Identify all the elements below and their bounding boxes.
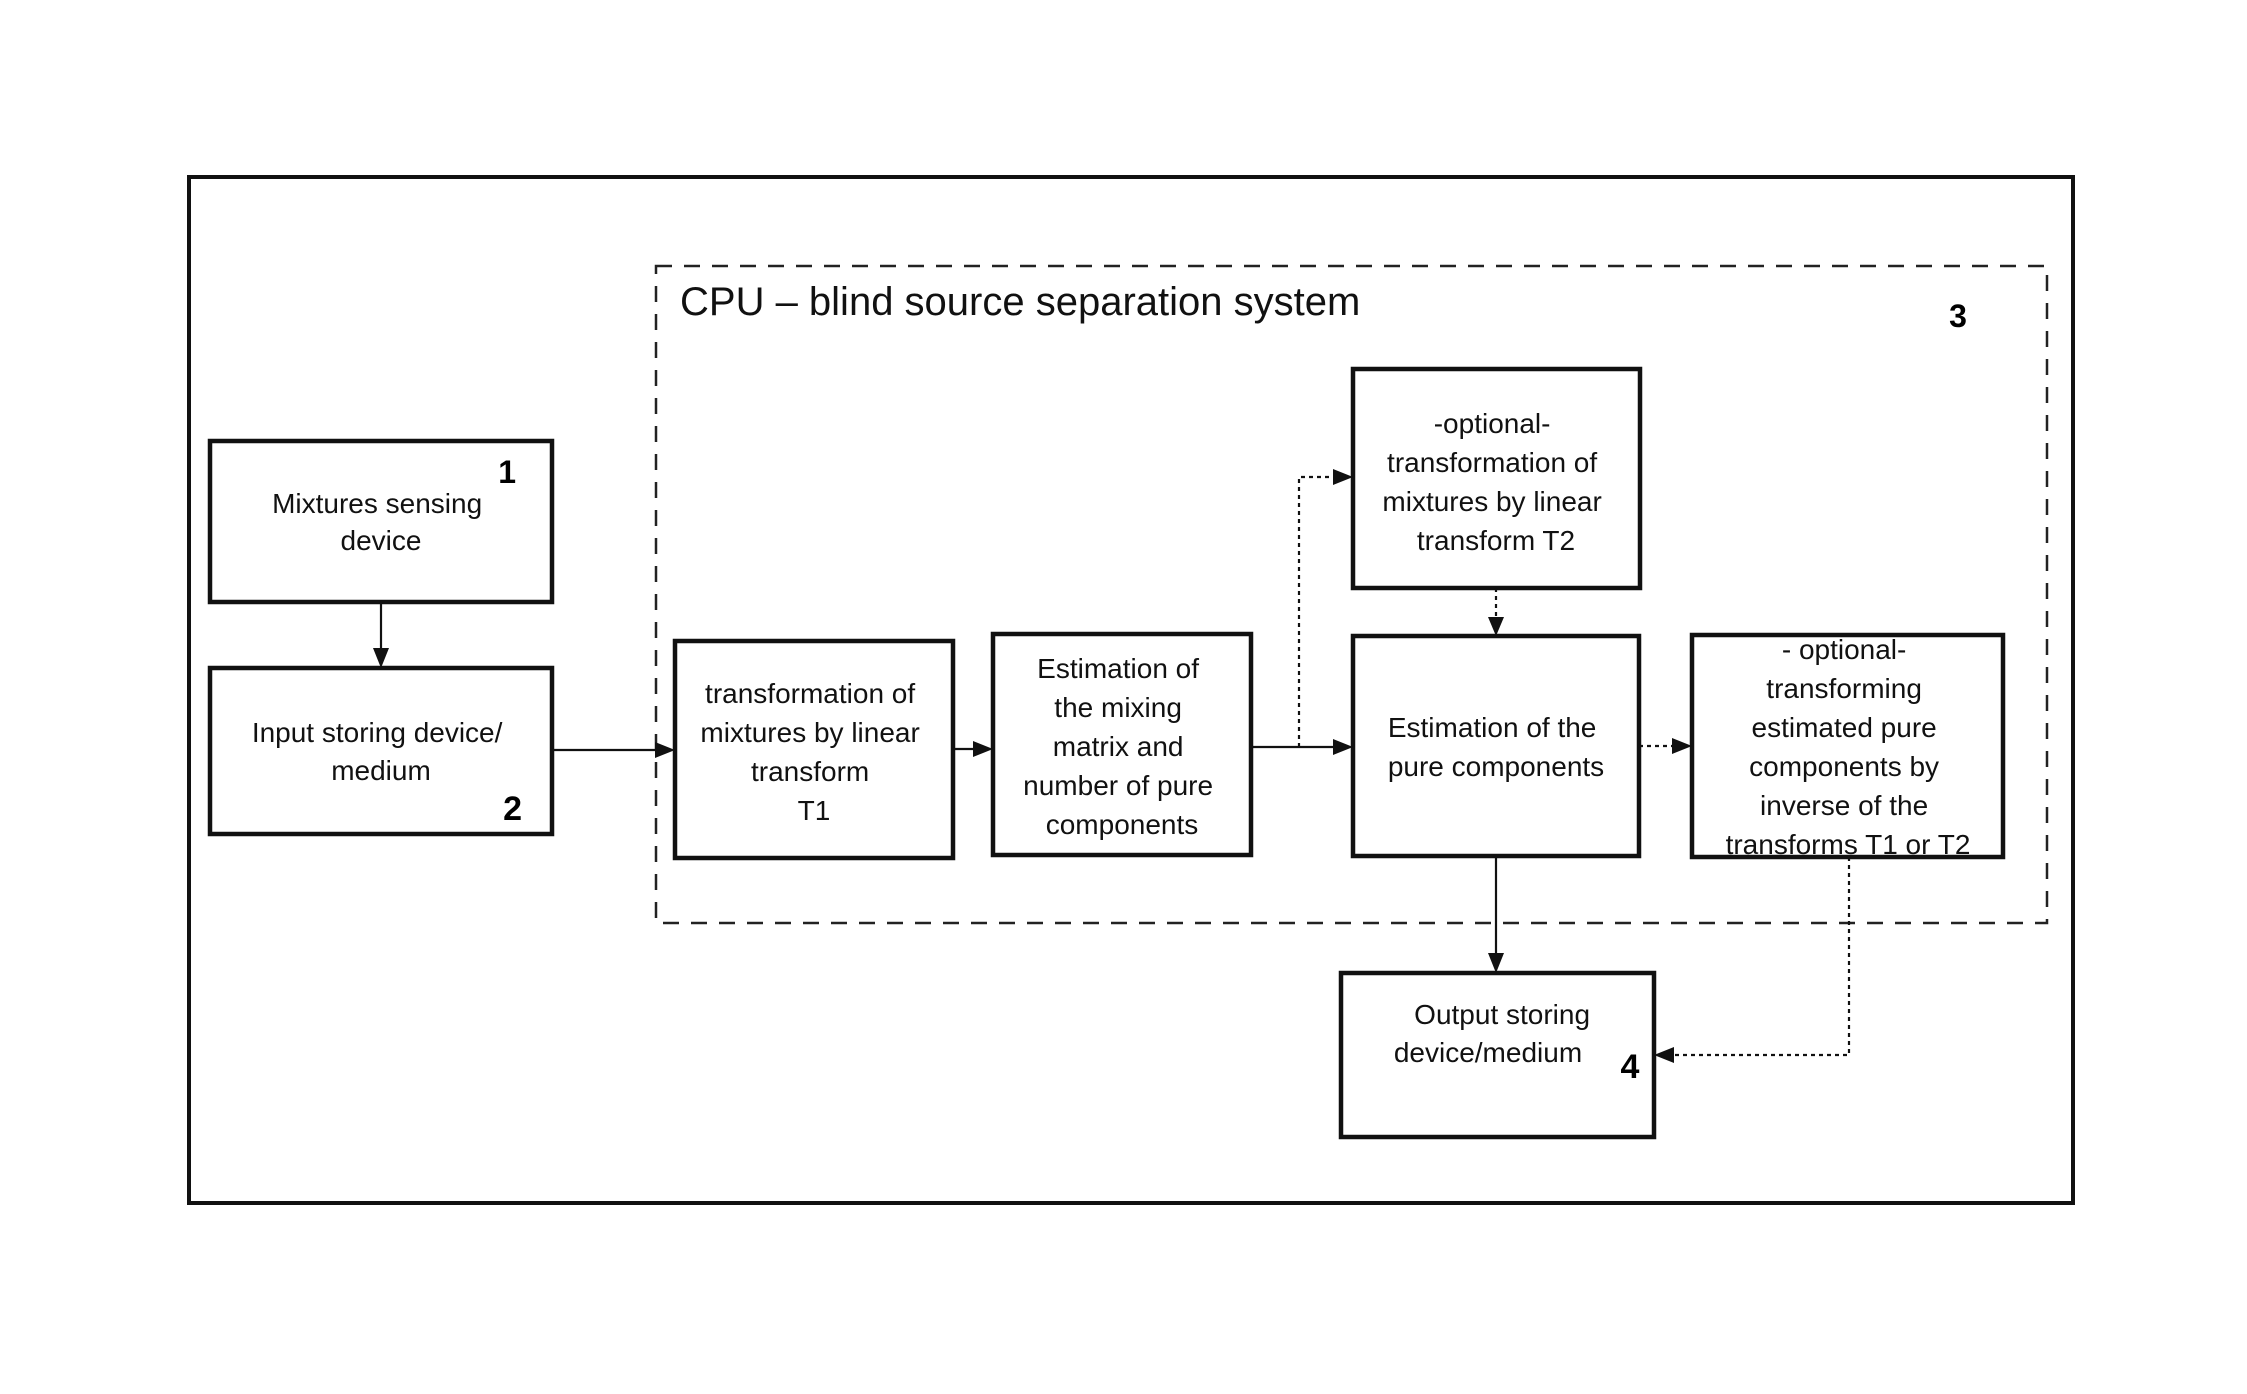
block-mixtures-sensing-device[interactable]: Mixtures sensing device 1 — [207, 438, 555, 605]
system-number-label: 3 — [1949, 298, 1967, 334]
block-label: Estimation of the mixing matrix and numb… — [1023, 653, 1221, 840]
block-output-storing-device[interactable]: Output storing device/medium 4 — [1338, 970, 1657, 1140]
block-estimation-mixing-matrix[interactable]: Estimation of the mixing matrix and numb… — [990, 631, 1254, 858]
cpu-system-title: CPU – blind source separation system — [680, 280, 1360, 324]
arrow-sensing-to-input — [373, 602, 389, 668]
arrowhead-icon — [973, 741, 993, 757]
arrowhead-icon — [1654, 1047, 1674, 1063]
block-optional-transform-t2[interactable]: -optional- transformation of mixtures by… — [1350, 366, 1643, 591]
block-number-label: 1 — [498, 454, 516, 490]
arrowhead-icon — [1488, 953, 1504, 973]
arrow-pure-to-output — [1488, 856, 1504, 973]
arrow-inverse-to-output — [1654, 857, 1851, 1063]
block-estimation-pure-components[interactable]: Estimation of the pure components — [1350, 633, 1642, 859]
arrowhead-icon — [655, 742, 675, 758]
arrowhead-icon — [373, 648, 389, 668]
block-diagram: CPU – blind source separation system 3 M… — [187, 175, 2075, 1205]
block-optional-inverse-transform[interactable]: - optional- transforming estimated pure … — [1689, 632, 2006, 860]
arrow-pure-to-optional-inverse — [1639, 738, 1692, 754]
block-number-label: 4 — [1621, 1048, 1640, 1086]
arrowhead-icon — [1333, 469, 1353, 485]
arrow-input-to-t1 — [552, 742, 675, 758]
arrowhead-icon — [1672, 738, 1692, 754]
block-transform-t1[interactable]: transformation of mixtures by linear tra… — [672, 638, 956, 861]
arrow-t1-to-estimation — [953, 741, 993, 757]
arrow-optional-t2-to-pure — [1488, 588, 1504, 636]
block-input-storing-device[interactable]: Input storing device/ medium 2 — [207, 665, 555, 837]
arrow-estimation-to-optional-t2 — [1297, 469, 1353, 747]
block-border — [207, 665, 555, 837]
arrowhead-icon — [1333, 739, 1353, 755]
block-border — [1689, 632, 2006, 860]
block-number-label: 2 — [503, 790, 522, 828]
arrowhead-icon — [1488, 617, 1504, 636]
block-border — [1350, 633, 1642, 859]
arrow-estimation-to-pure — [1251, 739, 1353, 755]
